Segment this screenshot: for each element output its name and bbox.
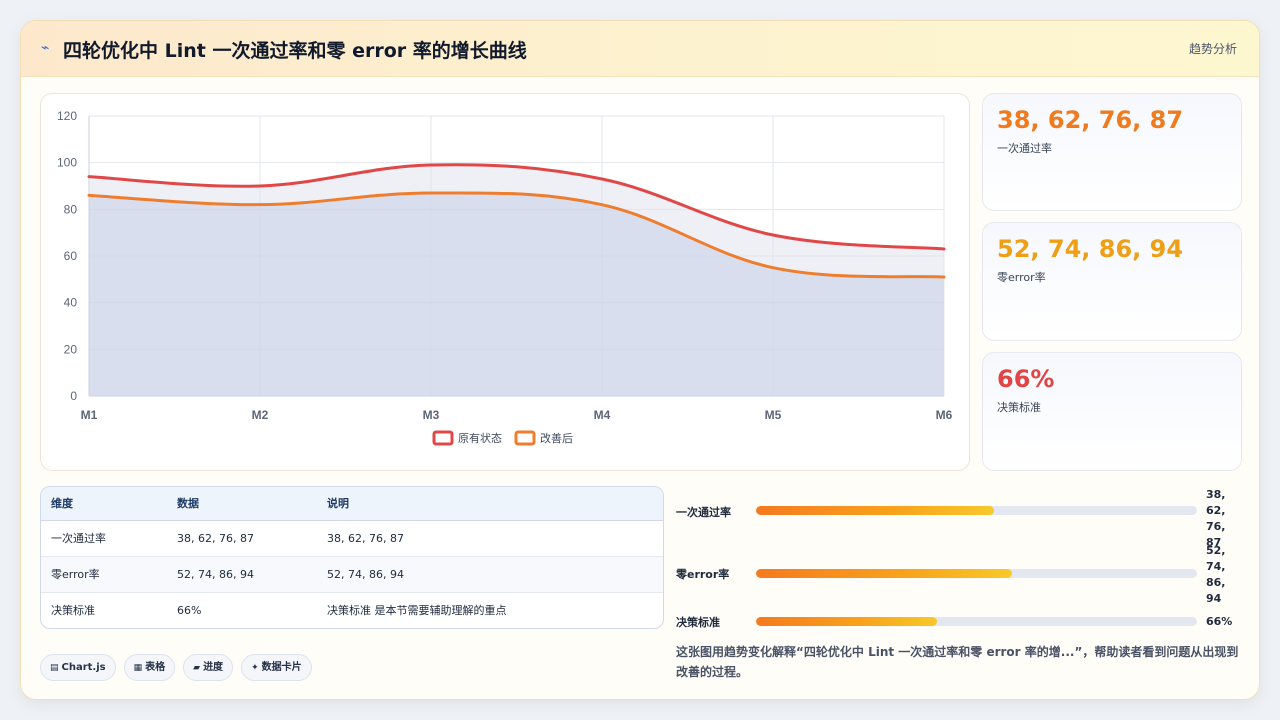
stat-value: 38, 62, 76, 87 — [997, 106, 1184, 134]
y-tick-label: 0 — [70, 389, 77, 403]
x-tick-label: M4 — [594, 408, 611, 422]
table-header-row: 维度 数据 说明 — [41, 487, 663, 521]
progress-value: 66% — [1206, 615, 1233, 628]
y-tick-label: 20 — [64, 342, 78, 356]
table-header-cell: 数据 — [167, 487, 317, 521]
progress-label: 决策标准 — [676, 616, 720, 629]
table-cell: 决策标准 — [51, 604, 95, 618]
legend-swatch — [514, 430, 536, 446]
series-area-2 — [89, 192, 944, 396]
legend-swatch — [432, 430, 454, 446]
progress-track — [756, 569, 1197, 578]
table-cell: 一次通过率 — [41, 520, 167, 557]
chart-summary: 这张图用趋势变化解释“四轮优化中 Lint 一次通过率和零 error 率的增.… — [676, 645, 1239, 679]
tech-chips: ▤ Chart.js ▦ 表格 ▰ 进度 ✦ 数据卡片 — [40, 654, 320, 682]
chip-progress[interactable]: ▰ 进度 — [183, 654, 234, 681]
table-cell: 52, 74, 86, 94 — [167, 556, 317, 593]
x-tick-label: M3 — [423, 408, 440, 422]
chip-label: 表格 — [145, 662, 166, 673]
stat-value: 52, 74, 86, 94 — [997, 235, 1184, 263]
main-panel: ⌁ 四轮优化中 Lint 一次通过率和零 error 率的增长曲线 趋势分析 0… — [20, 20, 1260, 700]
progress-row-decision: 决策标准 66% — [676, 611, 1246, 633]
progress-track — [756, 506, 1197, 515]
table-cell: 66% — [177, 603, 202, 617]
stat-value: 66% — [997, 365, 1055, 393]
chip-table[interactable]: ▦ 表格 — [123, 654, 176, 681]
data-card-icon: ✦ — [251, 663, 259, 673]
progress-row-zero-error: 零error率 52, 74, 86, 94 — [676, 543, 1246, 607]
y-tick-label: 60 — [64, 249, 78, 263]
x-tick-label: M6 — [936, 408, 953, 422]
table-cell: 决策标准 是本节需要辅助理解的重点 — [327, 604, 507, 618]
chip-data-card[interactable]: ✦ 数据卡片 — [241, 654, 312, 681]
table-header-cell: 说明 — [317, 487, 663, 521]
table-row: 零error率 52, 74, 86, 94 52, 74, 86, 94 — [41, 556, 663, 593]
progress-row-pass-rate: 一次通过率 38, 62, 76, 87 — [676, 487, 1246, 551]
table-row: 一次通过率 38, 62, 76, 87 38, 62, 76, 87 — [41, 520, 663, 557]
legend-label: 改善后 — [540, 431, 573, 445]
chartjs-icon: ▤ — [50, 663, 59, 673]
stat-card-decision: 66% 决策标准 — [982, 352, 1242, 471]
stat-label: 零error率 — [997, 271, 1046, 284]
progress-label: 零error率 — [676, 568, 730, 581]
progress-fill — [756, 617, 937, 626]
progress-track — [756, 617, 1197, 626]
progress-label: 一次通过率 — [676, 506, 731, 519]
progress-fill — [756, 569, 1012, 578]
progress-value: 52, 74, 86, 94 — [1206, 544, 1226, 605]
chip-chartjs[interactable]: ▤ Chart.js — [40, 654, 116, 681]
stat-card-zero-error: 52, 74, 86, 94 零error率 — [982, 222, 1242, 341]
stat-label: 一次通过率 — [997, 142, 1052, 155]
table-header-cell: 维度 — [41, 487, 167, 521]
panel-header: ⌁ 四轮优化中 Lint 一次通过率和零 error 率的增长曲线 趋势分析 — [21, 21, 1259, 77]
progress-value: 38, 62, 76, 87 — [1206, 488, 1226, 549]
x-tick-label: M2 — [252, 408, 269, 422]
page-title: 四轮优化中 Lint 一次通过率和零 error 率的增长曲线 — [63, 40, 527, 62]
line-chart: 0 20 40 60 80 100 120 M1 M2 M3 M4 M5 M6 原有状态 改善后 — [57, 109, 953, 446]
y-tick-label: 80 — [64, 202, 78, 216]
table-row: 决策标准 66% 决策标准 是本节需要辅助理解的重点 — [41, 592, 663, 628]
progress-fill — [756, 506, 995, 515]
data-table-card: 维度 数据 说明 一次通过率 38, 62, 76, 87 38, 62, 76… — [40, 486, 664, 629]
chip-label: 数据卡片 — [261, 662, 302, 673]
y-tick-label: 100 — [57, 156, 77, 170]
trend-line-icon: ⌁ — [41, 40, 50, 56]
table-icon: ▦ — [133, 663, 143, 673]
stat-label: 决策标准 — [997, 401, 1041, 414]
table-cell: 零error率 — [41, 556, 167, 593]
x-tick-label: M1 — [81, 408, 98, 422]
y-tick-label: 40 — [64, 296, 78, 310]
table-cell: 38, 62, 76, 87 — [317, 520, 663, 557]
header-tag: 趋势分析 — [1188, 42, 1237, 56]
table-cell: 52, 74, 86, 94 — [317, 556, 663, 593]
chip-label: Chart.js — [61, 662, 106, 673]
data-table: 维度 数据 说明 一次通过率 38, 62, 76, 87 38, 62, 76… — [41, 487, 663, 628]
progress-icon: ▰ — [193, 663, 201, 673]
chart-card: 0 20 40 60 80 100 120 M1 M2 M3 M4 M5 M6 原有状态 改善后 — [40, 93, 970, 471]
x-tick-label: M5 — [765, 408, 782, 422]
legend-label: 原有状态 — [458, 431, 502, 445]
y-tick-label: 120 — [57, 109, 77, 123]
table-cell: 38, 62, 76, 87 — [167, 520, 317, 557]
stat-card-pass-rate: 38, 62, 76, 87 一次通过率 — [982, 93, 1242, 211]
chip-label: 进度 — [203, 662, 224, 673]
